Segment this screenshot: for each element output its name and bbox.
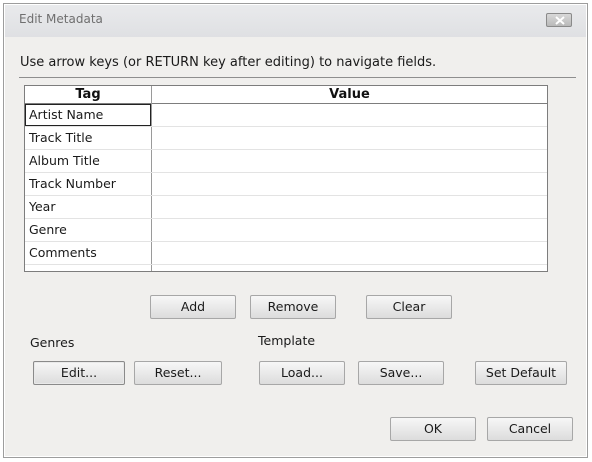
table-row[interactable]: Year — [25, 196, 547, 219]
table-row[interactable]: Genre — [25, 219, 547, 242]
genres-reset-button[interactable]: Reset... — [134, 361, 222, 385]
genres-label: Genres — [30, 335, 75, 350]
column-header-tag[interactable]: Tag — [25, 86, 151, 103]
table-row[interactable] — [25, 265, 547, 271]
remove-button[interactable]: Remove — [250, 295, 336, 319]
metadata-table: Tag Value Artist Name Track Title Album … — [24, 85, 548, 272]
template-label: Template — [258, 333, 316, 348]
close-button[interactable] — [546, 13, 572, 27]
close-icon — [555, 16, 565, 25]
tag-cell[interactable]: Artist Name — [29, 107, 103, 122]
genres-edit-button[interactable]: Edit... — [33, 361, 125, 385]
tag-cell[interactable]: Track Number — [29, 176, 116, 191]
window-title: Edit Metadata — [19, 12, 103, 26]
table-row[interactable]: Artist Name — [25, 104, 547, 127]
edit-metadata-dialog: Edit Metadata Use arrow keys (or RETURN … — [3, 3, 588, 458]
ok-button[interactable]: OK — [390, 417, 476, 441]
table-header: Tag Value — [25, 86, 547, 104]
table-row[interactable]: Album Title — [25, 150, 547, 173]
title-bar[interactable]: Edit Metadata — [5, 5, 586, 37]
add-button[interactable]: Add — [150, 295, 236, 319]
tag-cell[interactable]: Genre — [29, 222, 67, 237]
cancel-button[interactable]: Cancel — [487, 417, 573, 441]
instructions-text: Use arrow keys (or RETURN key after edit… — [20, 55, 437, 70]
tag-cell[interactable]: Year — [29, 199, 55, 214]
tag-cell[interactable]: Album Title — [29, 153, 100, 168]
template-save-button[interactable]: Save... — [358, 361, 444, 385]
tag-cell[interactable]: Comments — [29, 245, 97, 260]
separator — [19, 77, 576, 78]
tag-cell[interactable]: Track Title — [29, 130, 92, 145]
clear-button[interactable]: Clear — [366, 295, 452, 319]
table-row[interactable]: Comments — [25, 242, 547, 265]
table-row[interactable]: Track Number — [25, 173, 547, 196]
table-row[interactable]: Track Title — [25, 127, 547, 150]
template-load-button[interactable]: Load... — [259, 361, 345, 385]
template-set-default-button[interactable]: Set Default — [475, 361, 567, 385]
column-header-value[interactable]: Value — [152, 86, 547, 103]
